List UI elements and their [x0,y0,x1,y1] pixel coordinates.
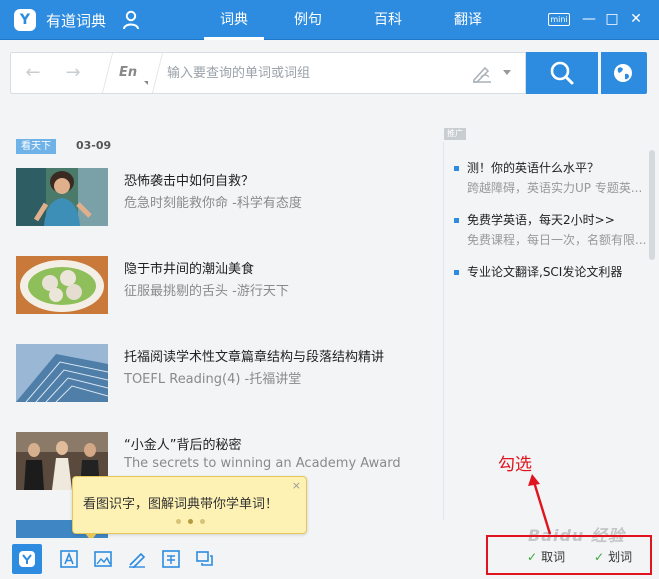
news-item[interactable]: 托福阅读学术性文章篇章结构与段落结构精讲 TOEFL Reading(4) -托… [16,344,436,402]
youdao-logo-icon[interactable]: Y [14,9,36,31]
ad-subtitle: 免费课程，每日一次，名额有限... [467,233,647,247]
bullet-icon [454,166,459,171]
news-title: 恐怖袭击中如何自救？ [124,174,255,189]
back-arrow-icon[interactable]: ← [23,63,43,83]
tip-bubble: 看图识字，图解词典带你学单词！ × [72,476,307,541]
close-button[interactable]: ✕ [627,10,645,28]
title-bar: Y 有道词典 词典 例句 百科 翻译 mini — □ ✕ [0,0,659,40]
pen-icon [129,552,146,568]
forward-arrow-icon[interactable]: → [63,63,83,83]
news-title: 托福阅读学术性文章篇章结构与段落结构精讲 [124,350,385,365]
page-dot-active[interactable] [188,519,193,524]
news-subtitle: TOEFL Reading(4) -托福讲堂 [124,372,302,387]
tip-text: 看图识字，图解词典带你学单词！ [83,497,279,512]
image-dictionary-icon [94,551,112,567]
search-bar: ← → En [10,52,526,94]
bullet-icon [454,270,459,275]
ad-subtitle: 跨越障碍，英语实力UP 专题英... [467,181,643,195]
chevron-down-icon[interactable] [503,70,511,75]
ad-tag: 推广 [444,128,466,140]
word-card-button[interactable] [54,544,84,574]
ad-item[interactable]: 测！你的英语什么水平？ 跨越障碍，英语实力UP 专题英... [454,159,644,199]
language-selector[interactable]: En [119,65,145,80]
tab-encyclopedia[interactable]: 百科 [358,0,418,40]
close-icon[interactable]: × [292,479,301,492]
dictionary-home-button[interactable] [12,544,42,574]
app-title: 有道词典 [46,12,107,30]
scrollbar[interactable] [649,150,655,260]
translate-icon [162,550,180,568]
online-translate-button[interactable] [601,52,647,94]
chat-bubble-icon [196,551,213,566]
annotation-arrow-icon [528,474,552,535]
page-dot[interactable] [200,519,205,524]
sidebar-divider [443,142,444,520]
tab-dictionary[interactable]: 词典 [204,0,264,40]
page-dot[interactable] [176,519,181,524]
ad-title: 免费学英语，每天2小时>> [467,213,615,227]
news-item[interactable]: 恐怖袭击中如何自救？ 危急时刻能救你命 -科学有态度 [16,168,436,226]
globe-icon [614,64,632,82]
ad-item[interactable]: 专业论文翻译,SCI发论文利器 [454,263,644,283]
bullet-icon [454,218,459,223]
ad-item[interactable]: 免费学英语，每天2小时>> 免费课程，每日一次，名额有限... [454,211,647,251]
news-subtitle: 危急时刻能救你命 -科学有态度 [124,196,302,211]
tab-translate[interactable]: 翻译 [438,0,498,40]
user-icon[interactable] [122,10,140,30]
ad-title: 专业论文翻译,SCI发论文利器 [467,265,623,279]
ad-title: 测！你的英语什么水平？ [467,161,600,175]
handwriting-button[interactable] [122,544,152,574]
maximize-button[interactable]: □ [603,10,621,28]
picture-dictionary-button[interactable] [88,544,118,574]
minimize-button[interactable]: — [580,10,598,28]
search-button[interactable] [526,52,598,94]
letter-a-icon [60,550,78,568]
news-subtitle: The secrets to winning an Academy Award [124,456,401,471]
chat-button[interactable] [190,544,220,574]
mini-mode-button[interactable]: mini [548,13,570,26]
translate-tool-button[interactable] [156,544,186,574]
building-photo-thumbnail [16,344,108,402]
divider [152,53,163,93]
handwriting-pen-icon[interactable] [471,63,493,83]
news-title: “小金人”背后的秘密 [124,438,242,453]
news-item[interactable]: 隐于市井间的潮汕美食 征服最挑剔的舌头 -游行天下 [16,256,436,314]
feed-date: 03-09 [76,139,112,152]
woman-photo-thumbnail [16,168,108,226]
feed-badge: 看天下 [16,139,56,154]
news-subtitle: 征服最挑剔的舌头 -游行天下 [124,284,289,299]
search-input[interactable] [167,62,457,84]
youdao-logo-icon [19,551,35,567]
divider [102,53,113,93]
language-dropdown-icon[interactable] [144,81,148,85]
tab-examples[interactable]: 例句 [278,0,338,40]
annotation-highlight-box [486,535,652,575]
meatball-soup-photo-thumbnail [16,256,108,314]
news-title: 隐于市井间的潮汕美食 [124,262,255,277]
search-icon [550,61,574,85]
